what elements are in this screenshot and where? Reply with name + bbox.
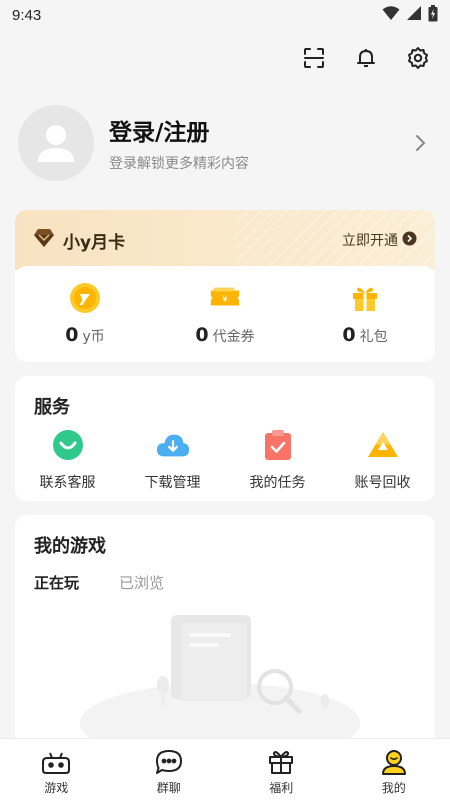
login-profile-row[interactable]: 登录/注册 登录解锁更多精彩内容 bbox=[18, 103, 432, 183]
service-label: 我的任务 bbox=[249, 475, 306, 491]
task-clipboard-icon bbox=[261, 428, 295, 462]
member-stats: 0 y币 ¥ 0 代金券 0 礼包 bbox=[15, 266, 435, 362]
download-cloud-icon bbox=[156, 428, 190, 462]
stat-voucher[interactable]: ¥ 0 代金券 bbox=[155, 266, 295, 362]
services-title: 服务 bbox=[34, 397, 70, 418]
gift-icon bbox=[349, 282, 381, 314]
voucher-icon: ¥ bbox=[209, 282, 241, 314]
diamond-icon bbox=[33, 228, 55, 252]
ycoin-value: 0 bbox=[65, 324, 79, 346]
gift-unit: 礼包 bbox=[359, 329, 388, 345]
ycoin-unit: y币 bbox=[82, 329, 105, 345]
service-my-tasks[interactable]: 我的任务 bbox=[225, 428, 330, 492]
service-download-manager[interactable]: 下载管理 bbox=[120, 428, 225, 492]
service-label: 下载管理 bbox=[144, 475, 201, 491]
service-label: 账号回收 bbox=[354, 475, 411, 491]
voucher-unit: 代金券 bbox=[212, 329, 255, 345]
gift-box-icon bbox=[267, 748, 295, 776]
top-actions bbox=[300, 44, 432, 72]
scan-icon[interactable] bbox=[300, 44, 328, 72]
nav-mine[interactable]: 我的 bbox=[338, 739, 450, 800]
nav-chat[interactable]: 群聊 bbox=[113, 739, 226, 800]
chat-icon bbox=[155, 748, 183, 776]
status-bar: 9:43 bbox=[0, 0, 450, 30]
tab-browsed[interactable]: 已浏览 bbox=[119, 572, 164, 593]
empty-state-illustration bbox=[75, 605, 375, 755]
gift-value: 0 bbox=[342, 324, 356, 346]
bell-icon[interactable] bbox=[352, 44, 380, 72]
tab-playing[interactable]: 正在玩 bbox=[34, 572, 80, 593]
status-icons bbox=[382, 4, 438, 26]
gear-icon[interactable] bbox=[404, 44, 432, 72]
nav-label: 群聊 bbox=[156, 781, 181, 795]
account-recycle-icon bbox=[366, 428, 400, 462]
battery-icon bbox=[428, 4, 438, 26]
service-label: 联系客服 bbox=[39, 475, 96, 491]
stat-ycoin[interactable]: 0 y币 bbox=[15, 266, 155, 362]
chevron-right-icon[interactable] bbox=[408, 131, 432, 155]
open-now-button[interactable]: 立即开通 bbox=[342, 230, 417, 250]
service-account-recycle[interactable]: 账号回收 bbox=[330, 428, 435, 492]
login-register-title[interactable]: 登录/注册 bbox=[109, 113, 408, 147]
monthly-card-header[interactable]: 小y月卡 立即开通 bbox=[15, 210, 435, 270]
service-contact-support[interactable]: 联系客服 bbox=[15, 428, 120, 492]
stat-gift[interactable]: 0 礼包 bbox=[295, 266, 435, 362]
monthly-card-panel: 小y月卡 立即开通 0 y币 ¥ 0 代金券 0 礼包 bbox=[15, 210, 435, 362]
bottom-nav: 游戏 群聊 福利 我的 bbox=[0, 738, 450, 800]
signal-icon bbox=[406, 5, 422, 25]
svg-text:¥: ¥ bbox=[222, 294, 228, 304]
nav-label: 福利 bbox=[269, 781, 294, 795]
my-games-title: 我的游戏 bbox=[34, 536, 106, 557]
open-now-label: 立即开通 bbox=[342, 233, 398, 249]
my-games-tabs: 正在玩 已浏览 bbox=[34, 572, 164, 593]
my-games-card: 我的游戏 正在玩 已浏览 bbox=[15, 515, 435, 755]
voucher-value: 0 bbox=[195, 324, 209, 346]
profile-icon bbox=[380, 748, 408, 776]
services-grid: 联系客服 下载管理 我的任务 账号回收 bbox=[15, 428, 435, 492]
nav-label: 游戏 bbox=[44, 781, 69, 795]
login-subtitle: 登录解锁更多精彩内容 bbox=[109, 156, 249, 172]
customer-service-icon bbox=[51, 428, 85, 462]
arrow-circle-right-icon bbox=[402, 231, 417, 250]
profile-text: 登录/注册 登录解锁更多精彩内容 bbox=[109, 113, 408, 173]
status-time: 9:43 bbox=[12, 6, 42, 24]
ycoin-icon bbox=[69, 282, 101, 314]
nav-games[interactable]: 游戏 bbox=[0, 739, 113, 800]
nav-welfare[interactable]: 福利 bbox=[225, 739, 338, 800]
nav-label: 我的 bbox=[381, 781, 406, 795]
gamepad-icon bbox=[42, 748, 71, 776]
avatar[interactable] bbox=[18, 105, 94, 181]
wifi-icon bbox=[382, 5, 400, 25]
monthly-card-title: 小y月卡 bbox=[63, 232, 126, 253]
services-card: 服务 联系客服 下载管理 我的任务 账号回收 bbox=[15, 376, 435, 501]
